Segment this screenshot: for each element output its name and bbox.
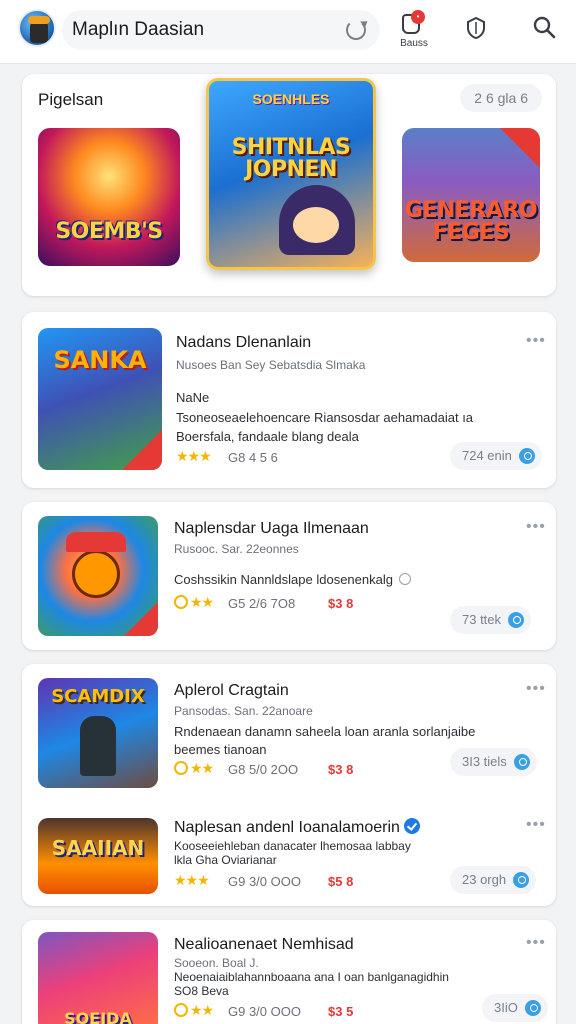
featured-card: Pigelsan 2 6 gla 6 SOEMB'S SOENHLES SHIT…	[22, 74, 556, 296]
featured-count-pill[interactable]: 2 6 gla 6	[460, 84, 542, 112]
thumbnail-label: SANKA	[53, 346, 147, 374]
app-description: Coshssikin Nannldslape ldosenenkalg	[174, 570, 411, 589]
rating-count: G5 2/6 7O8	[228, 596, 296, 611]
install-button[interactable]: 73 ttek	[450, 606, 532, 634]
install-button[interactable]: 23 orgh	[450, 866, 537, 894]
price: $3 8	[328, 596, 354, 611]
app-thumbnail[interactable]: SCAMDIX	[38, 678, 158, 788]
star-rating-text: ★★	[190, 594, 214, 610]
download-icon	[513, 754, 530, 770]
install-label: 73 ttek	[462, 612, 502, 627]
thumbnail-label: SCAMDIX	[51, 686, 145, 707]
app-name-text: Naplesan andenl Ioanalamoerin	[174, 819, 400, 836]
download-icon	[513, 872, 530, 888]
rating-count: G9 3/0 OOO	[228, 874, 301, 889]
app-thumbnail[interactable]: SAAIIAN	[38, 818, 158, 894]
app-subtitle: Pansodas. San. 22anoare	[174, 704, 313, 718]
app-subtitle: Rusooc. Sar. 22eonnes	[174, 542, 299, 556]
thumbnail-label: SOEIDA	[64, 1009, 132, 1024]
star-rating-text: ★★	[190, 760, 214, 776]
rating-count: G9 3/0 OOO	[228, 1004, 301, 1019]
more-options-icon[interactable]: •••	[526, 518, 546, 536]
app-description-text: Coshssikin Nannldslape ldosenenkalg	[174, 572, 393, 587]
star-rating: ★★	[174, 1002, 214, 1019]
app-description-line2: lkla Gha Oviarianar	[174, 853, 277, 867]
rating-count: G8 5/0 2OO	[228, 762, 299, 777]
coin-icon	[174, 595, 188, 609]
install-button[interactable]: 3IiO	[482, 994, 548, 1022]
download-icon	[524, 1000, 541, 1016]
search-icon[interactable]	[532, 15, 556, 39]
app-title: Maplın Daasian	[72, 19, 205, 40]
app-name: Nealioanenaet Nemhisad	[174, 936, 354, 953]
app-name: Aplerol Cragtain	[174, 682, 289, 699]
notifications-label: Bauss	[400, 38, 428, 49]
price: $5 8	[328, 874, 354, 889]
tile-label: GENERARO FEGES	[404, 198, 538, 245]
avatar[interactable]	[18, 9, 56, 47]
download-icon	[518, 448, 535, 464]
star-rating: ★★	[174, 760, 214, 777]
app-card[interactable]: SANKA Nadans Dlenanlain ••• Nusoes Ban S…	[22, 312, 556, 488]
search-bar[interactable]: Maplın Daasian	[62, 10, 380, 50]
app-thumbnail[interactable]: SOEIDA	[38, 932, 158, 1024]
featured-game-tile-main[interactable]: SOENHLES SHITNLAS JOPNEN	[206, 78, 376, 270]
tile-label-top: SOENHLES	[252, 91, 330, 107]
install-label: 724 enin	[462, 448, 512, 463]
shield-icon[interactable]	[464, 16, 488, 40]
app-thumbnail[interactable]: SANKA	[38, 328, 162, 470]
character-face	[293, 207, 339, 243]
app-card-group: SCAMDIX Aplerol Cragtain ••• Pansodas. S…	[22, 664, 556, 906]
rating-count: G8 4 5 6	[228, 450, 278, 465]
notification-badge: •	[411, 10, 425, 24]
install-label: 3I3 tiels	[462, 754, 507, 769]
verified-badge-icon	[403, 818, 420, 834]
tile-label: SHITNLAS JOPNEN	[231, 135, 351, 182]
more-options-icon[interactable]: •••	[526, 680, 546, 698]
tile-label: SOEMB'S	[55, 219, 163, 244]
app-tag: NaNe	[176, 390, 210, 405]
more-options-icon[interactable]: •••	[526, 934, 546, 952]
download-icon	[508, 612, 525, 628]
star-rating: ★★	[174, 594, 214, 611]
price: $3 8	[328, 762, 354, 777]
featured-game-tile[interactable]: GENERARO FEGES	[402, 128, 540, 262]
app-description-line2: SO8 Beva	[174, 984, 229, 998]
app-description: Tsoneoseaelehoencare Riansosdar aehamada…	[176, 410, 474, 425]
install-label: 23 orgh	[462, 872, 507, 887]
app-description-line2: Boersfala, fandaale blang deala	[176, 429, 359, 444]
coin-icon	[174, 1003, 188, 1017]
app-name: Nadans Dlenanlain	[176, 334, 312, 351]
more-options-icon[interactable]: •••	[526, 332, 546, 350]
app-description-line2: beemes tianoan	[174, 742, 267, 757]
app-name: Naplesan andenl Ioanalamoerin	[174, 818, 420, 837]
thumbnail-label: SAAIIAN	[51, 836, 145, 860]
star-rating-text: ★★	[190, 1002, 214, 1018]
app-card[interactable]: SOEIDA Nealioanenaet Nemhisad ••• Sooeon…	[22, 920, 556, 1024]
install-button[interactable]: 724 enin	[450, 442, 542, 470]
star-rating: ★★★	[174, 872, 210, 888]
price: $3 5	[328, 1004, 354, 1019]
featured-game-tile[interactable]: SOEMB'S	[38, 128, 180, 266]
app-card[interactable]: Naplensdar Uaga Ilmenaan ••• Rusooc. Sar…	[22, 502, 556, 650]
info-icon[interactable]	[398, 573, 411, 585]
app-name: Naplensdar Uaga Ilmenaan	[174, 520, 369, 537]
corner-ribbon	[500, 128, 540, 168]
install-label: 3IiO	[494, 1000, 518, 1015]
star-rating: ★★★	[176, 448, 212, 464]
notifications-button[interactable]: • Bauss	[394, 8, 434, 52]
featured-title: Pigelsan	[38, 90, 104, 109]
refresh-icon[interactable]	[346, 20, 366, 40]
install-button[interactable]: 3I3 tiels	[450, 748, 537, 776]
top-bar: Maplın Daasian • Bauss	[0, 0, 576, 64]
app-subtitle: Nusoes Ban Sey Sebatsdia Slmaka	[176, 358, 366, 372]
app-thumbnail[interactable]	[38, 516, 158, 636]
coin-icon	[174, 761, 188, 775]
more-options-icon[interactable]: •••	[526, 816, 546, 834]
app-description: Rndenaean danamn saheela loan aranla sor…	[174, 724, 476, 739]
